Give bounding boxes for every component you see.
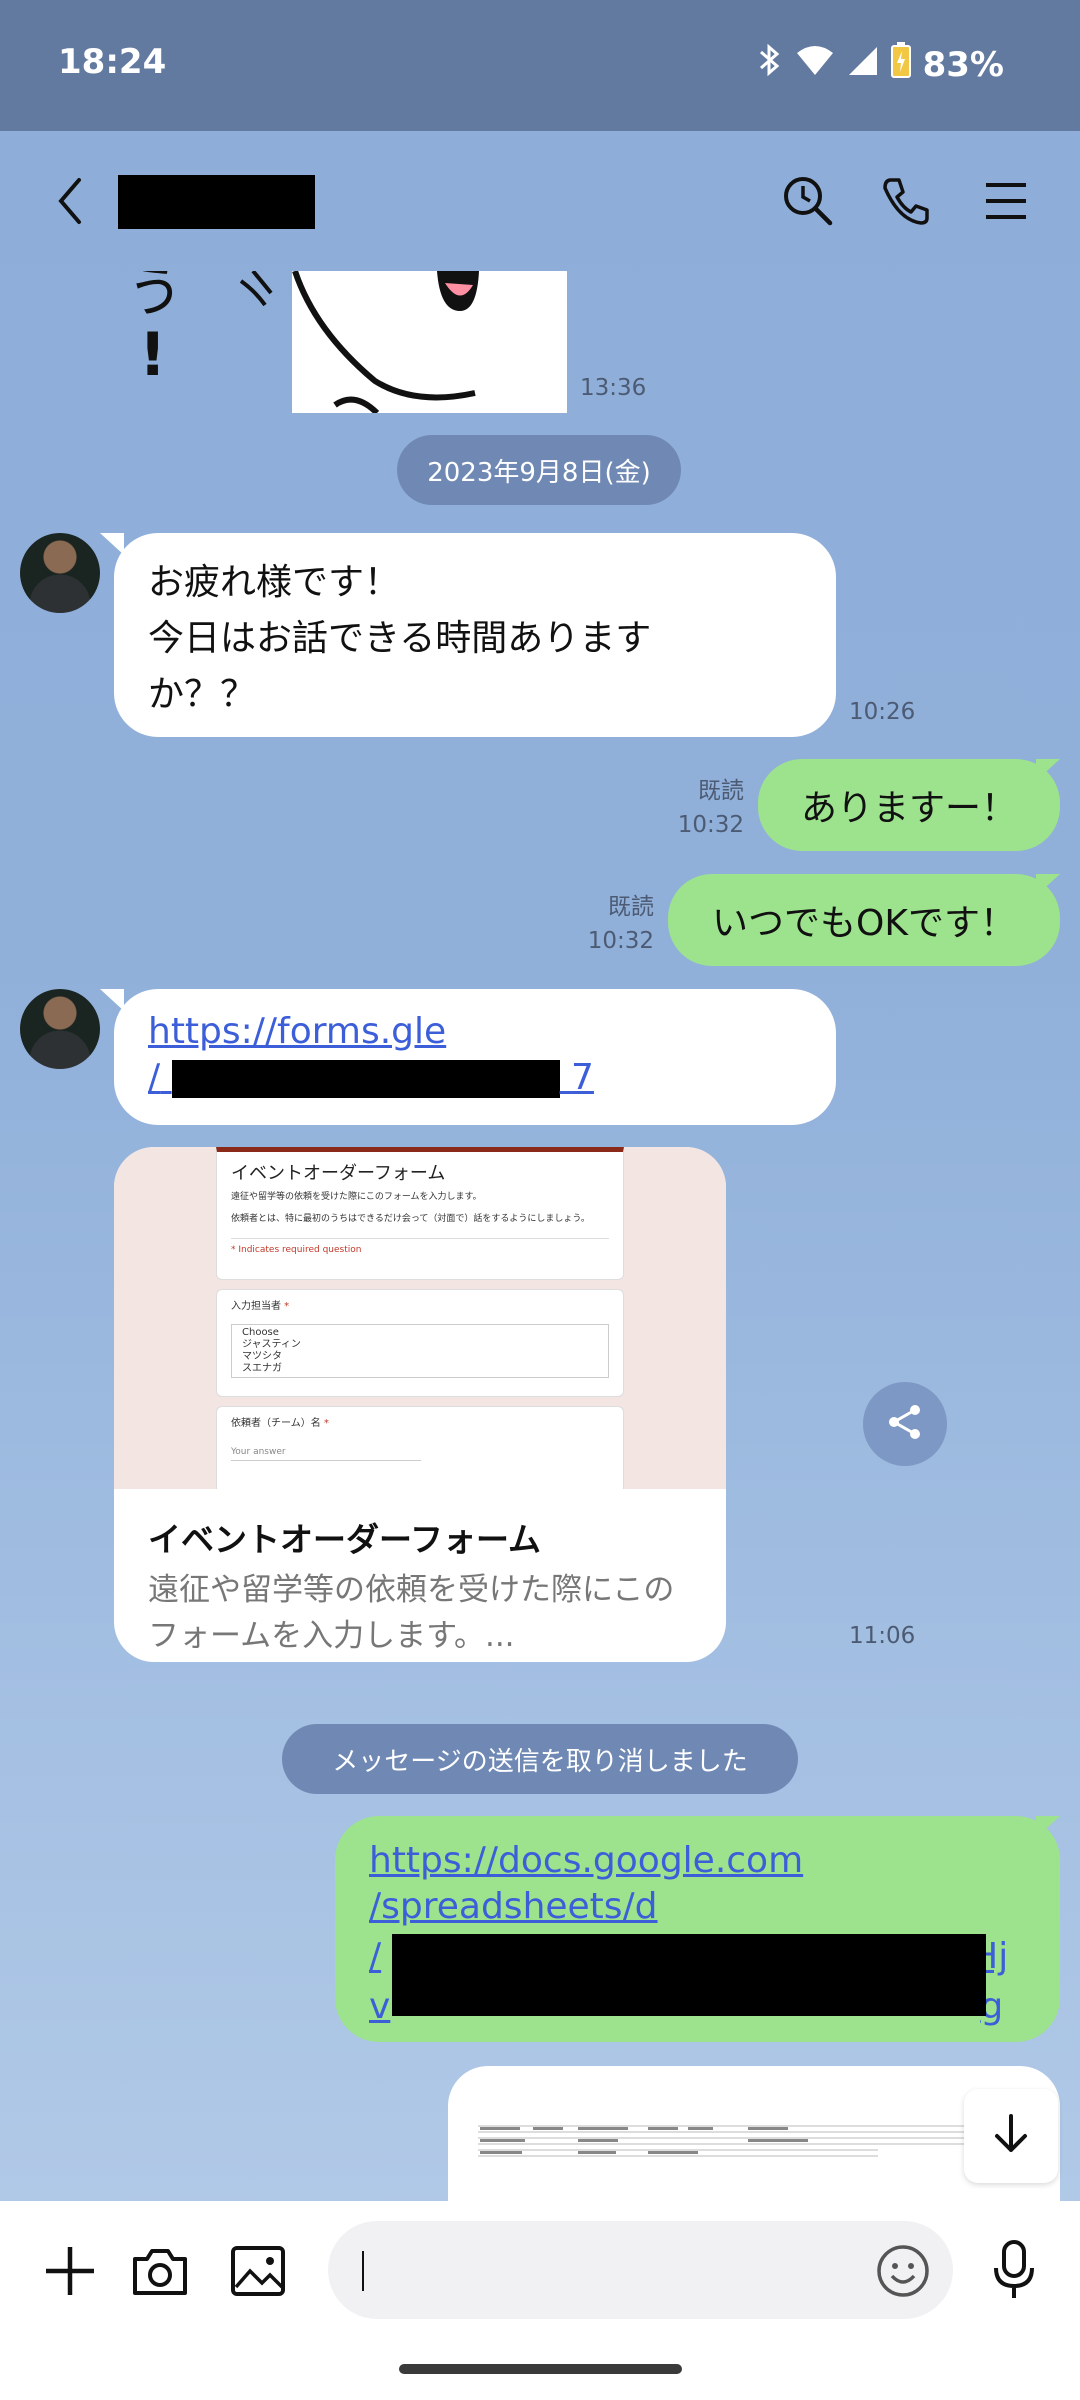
search-icon[interactable] [778,171,838,231]
plus-icon[interactable] [40,2241,100,2301]
incoming-message[interactable]: お疲れ様です！ 今日はお話できる時間あります か？？ [114,533,836,737]
form-thumbnail: イベントオーダーフォーム 遠征や留学等の依頼を受けた際にこのフォームを入力します… [114,1147,726,1489]
form-title: イベントオーダーフォーム [231,1163,446,1184]
option: スエナガ [242,1363,282,1374]
message-line: か？？ [148,674,257,715]
emoji-icon[interactable] [873,2241,933,2301]
question-label: 入力担当者 * [231,1301,290,1312]
outgoing-message[interactable]: いつでもOKです！ [668,874,1060,966]
redacted-block [171,1060,560,1098]
date-separator: 2023年9月8日(金) [397,435,681,505]
form-header-card: イベントオーダーフォーム 遠征や留学等の依頼を受けた際にこのフォームを入力します… [216,1147,624,1280]
chat-area[interactable]: う ! 13:36 2023年9月8日(金) お疲れ様です！ 今日はお話できる時… [0,271,1080,2201]
message-time: 11:06 [849,1623,916,1649]
question-label: 依頼者（チーム）名 * [231,1418,329,1429]
outgoing-message[interactable]: ありますー！ [758,759,1060,851]
preview-title: イベントオーダーフォーム [148,1520,542,1559]
link[interactable]: / 7 [148,1055,802,1101]
contact-name-redacted [118,175,315,229]
sticker-image[interactable]: う ! [115,271,567,413]
signal-icon [847,43,879,86]
form-question-card: 入力担当者 * Choose ジャスティン マツシタ スエナガ [216,1289,624,1397]
svg-text:う: う [127,271,183,325]
question-label-text: 依頼者（チーム）名 [231,1418,321,1429]
message-time: 10:32 [677,812,744,838]
unsent-notice: メッセージの送信を取り消しました [282,1724,798,1794]
link-prefix: / [369,1936,382,1977]
chat-header [0,131,1080,271]
status-bar: 18:24 83% [0,0,1080,131]
preview-description: 遠征や留学等の依頼を受けた際にこの フォームを入力します。... [148,1567,674,1659]
question-label-text: 入力担当者 [231,1301,281,1312]
link-prefix: v [369,1986,391,2027]
form-desc: 依頼者とは、特に最初のうちはできるだけ会って（対面で）話をするようにしましょう。 [231,1214,590,1224]
read-receipt: 既読 10:32 [660,774,744,842]
link-preview-card[interactable]: イベントオーダーフォーム 遠征や留学等の依頼を受けた際にこのフォームを入力します… [114,1147,726,1662]
camera-icon[interactable] [128,2241,192,2301]
option: マツシタ [242,1351,282,1362]
battery-icon [890,42,911,87]
avatar[interactable] [20,989,100,1069]
dropdown-options: Choose ジャスティン マツシタ スエナガ [231,1324,609,1378]
message-time: 10:26 [849,699,916,725]
redacted-block [392,1934,986,2016]
phone-icon[interactable] [876,171,936,231]
required-note: * Indicates required question [231,1238,609,1258]
option: ジャスティン [242,1339,301,1350]
link[interactable]: https://forms.gle [148,1009,802,1055]
bluetooth-icon [757,43,783,86]
message-time: 10:32 [587,928,654,954]
scroll-to-bottom-button[interactable] [964,2089,1058,2183]
image-icon[interactable] [228,2241,288,2301]
form-question-card: 依頼者（チーム）名 * Your answer [216,1406,624,1489]
battery-percent: 83% [922,44,1004,85]
incoming-link-message[interactable]: https://forms.gle / 7 [114,989,836,1125]
arrow-down-icon [989,2112,1033,2160]
preview-desc-line: 遠征や留学等の依頼を受けた際にこの [148,1572,675,1608]
read-label: 既読 [698,778,744,804]
status-time: 18:24 [58,42,167,82]
share-button[interactable] [863,1382,947,1466]
message-input[interactable] [328,2221,953,2319]
form-desc: 遠征や留学等の依頼を受けた際にこのフォームを入力します。 [231,1192,482,1202]
link[interactable]: https://docs.google.com [369,1838,1026,1884]
wifi-icon [795,43,835,86]
status-icons: 83% [757,42,1004,87]
answer-placeholder: Your answer [231,1445,421,1461]
message-input-bar [0,2201,1080,2400]
back-icon[interactable] [40,171,100,231]
outgoing-link-message[interactable]: https://docs.google.com /spreadsheets/d … [335,1816,1060,2042]
home-indicator[interactable] [399,2364,682,2374]
avatar[interactable] [20,533,100,613]
link-suffix: 7 [571,1057,594,1098]
svg-text:!: ! [139,320,166,390]
menu-icon[interactable] [976,171,1036,231]
link-prefix: / [148,1057,161,1098]
message-line: お疲れ様です！ [148,562,401,603]
link[interactable]: /spreadsheets/d [369,1884,1026,1930]
message-time: 13:36 [580,375,647,401]
message-line: 今日はお話できる時間あります [148,618,652,659]
read-receipt: 既読 10:32 [570,890,654,958]
option: Choose [242,1327,279,1338]
read-label: 既読 [608,894,654,920]
share-icon [885,1402,925,1446]
text-cursor [362,2251,364,2291]
microphone-icon[interactable] [984,2237,1044,2303]
preview-desc-line: フォームを入力します。... [148,1618,515,1654]
